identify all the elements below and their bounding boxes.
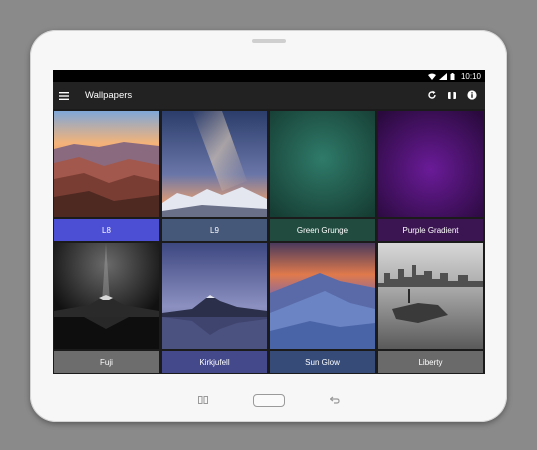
wallpaper-label: L8: [102, 225, 111, 235]
wallpaper-label-bar: Green Grunge: [270, 219, 375, 241]
wallpaper-label: Liberty: [418, 357, 443, 367]
wallpaper-thumbnail-kirkjufell: [162, 243, 267, 349]
signal-icon: [438, 72, 447, 80]
wallpaper-label-bar: Kirkjufell: [162, 351, 267, 373]
refresh-icon[interactable]: [427, 87, 437, 105]
wallpaper-tile-green-grunge[interactable]: Green Grunge: [270, 111, 375, 241]
wallpaper-thumbnail-green-grunge: [270, 111, 375, 217]
wallpaper-thumbnail-purple-gradient: [378, 111, 483, 217]
wallpaper-thumbnail-fuji: [54, 243, 159, 349]
recent-apps-icon[interactable]: [197, 395, 209, 405]
wallpaper-label: Sun Glow: [305, 357, 340, 367]
wallpaper-thumbnail-sun-glow: [270, 243, 375, 349]
wallpaper-label-bar: Sun Glow: [270, 351, 375, 373]
page-title: Wallpapers: [85, 90, 133, 101]
wallpaper-label-bar: L8: [54, 219, 159, 241]
wallpaper-label: Purple Gradient: [402, 225, 459, 235]
app-bar-actions: [427, 87, 479, 105]
wallpaper-label: Fuji: [100, 357, 113, 367]
wifi-icon: [427, 73, 436, 80]
wallpaper-tile-kirkjufell[interactable]: Kirkjufell: [162, 243, 267, 373]
app-bar: Wallpapers: [53, 82, 485, 109]
wallpaper-label: L9: [210, 225, 219, 235]
status-bar: 10:10: [53, 70, 485, 82]
palette-icon[interactable]: [447, 87, 457, 105]
wallpaper-thumbnail-liberty: [378, 243, 483, 349]
home-button[interactable]: [252, 393, 285, 407]
wallpaper-label-bar: Purple Gradient: [378, 219, 483, 241]
wallpaper-tile-purple-gradient[interactable]: Purple Gradient: [378, 111, 483, 241]
battery-icon: [450, 72, 458, 80]
wallpaper-label: Kirkjufell: [199, 357, 230, 367]
wallpaper-label-bar: Liberty: [378, 351, 483, 373]
wallpaper-tile-l9[interactable]: L9: [162, 111, 267, 241]
wallpaper-tile-liberty[interactable]: Liberty: [378, 243, 483, 373]
hardware-nav-bar: [30, 390, 507, 410]
wallpaper-label-bar: L9: [162, 219, 267, 241]
wallpaper-tile-fuji[interactable]: Fuji: [54, 243, 159, 373]
wallpaper-grid: L8 L9 Green Grunge Purple Gradient Fuji …: [53, 109, 485, 374]
back-icon[interactable]: [329, 395, 341, 405]
wallpaper-tile-l8[interactable]: L8: [54, 111, 159, 241]
wallpaper-tile-sun-glow[interactable]: Sun Glow: [270, 243, 375, 373]
wallpaper-thumbnail-l9: [162, 111, 267, 217]
wallpaper-label-bar: Fuji: [54, 351, 159, 373]
tablet-frame: 10:10 Wallpapers L8 L9 Green Grunge Purp…: [30, 30, 507, 422]
device-screen: 10:10 Wallpapers L8 L9 Green Grunge Purp…: [53, 70, 485, 374]
speaker-grille: [252, 39, 286, 43]
wallpaper-thumbnail-l8: [54, 111, 159, 217]
wallpaper-label: Green Grunge: [296, 225, 349, 235]
hamburger-menu-icon[interactable]: [59, 90, 71, 102]
info-icon[interactable]: [467, 87, 477, 105]
status-time: 10:10: [460, 71, 481, 81]
